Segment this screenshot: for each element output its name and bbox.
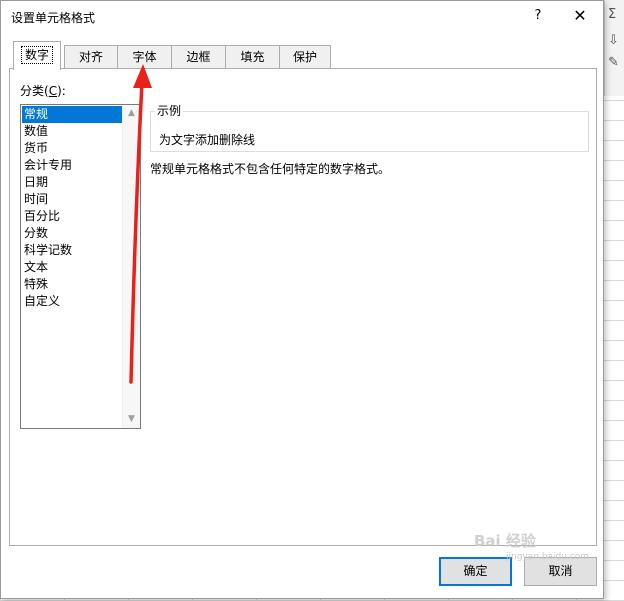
category-item-scientific[interactable]: 科学记数 <box>22 242 124 259</box>
category-item-date[interactable]: 日期 <box>22 174 124 191</box>
tab-label: 对齐 <box>78 50 103 64</box>
fill-down-icon[interactable]: ⇩ <box>608 34 622 48</box>
tab-fill[interactable]: 填充 <box>225 45 280 68</box>
category-list-scrollbar[interactable]: ▲ ▼ <box>122 105 140 428</box>
tab-font[interactable]: 字体 <box>117 45 172 68</box>
help-button[interactable]: ? <box>527 5 549 27</box>
category-label-access-key: C <box>48 84 58 98</box>
sample-groupbox: 示例 为文字添加删除线 <box>150 104 589 152</box>
category-item-time[interactable]: 时间 <box>22 191 124 208</box>
tab-label: 数字 <box>20 46 54 64</box>
tab-alignment[interactable]: 对齐 <box>64 45 118 68</box>
ok-button[interactable]: 确定 <box>439 557 512 586</box>
category-item-currency[interactable]: 货币 <box>22 140 124 157</box>
watermark-url: jingyan.baidu.com <box>506 552 590 562</box>
watermark-logo: Bai 经验 <box>474 532 536 550</box>
category-item-general[interactable]: 常规 <box>22 106 124 123</box>
dialog-titlebar: 设置单元格格式 ? ✕ <box>1 1 603 31</box>
eraser-icon[interactable]: ✎ <box>608 56 622 70</box>
tab-strip: 数字 对齐 字体 边框 填充 保护 <box>9 41 597 70</box>
sigma-icon[interactable]: Σ <box>608 8 622 22</box>
category-item-fraction[interactable]: 分数 <box>22 225 124 242</box>
chevron-down-icon[interactable]: ▼ <box>123 411 140 428</box>
category-item-percentage[interactable]: 百分比 <box>22 208 124 225</box>
category-listbox[interactable]: 常规 数值 货币 会计专用 日期 时间 百分比 分数 科学记数 文本 特殊 自定… <box>20 104 141 429</box>
category-label: 分类(C): <box>20 82 66 99</box>
format-cells-dialog: 设置单元格格式 ? ✕ 数字 对齐 字体 边框 填充 保护 分类(C): 常规 … <box>0 0 604 599</box>
tab-number[interactable]: 数字 <box>13 41 61 70</box>
dialog-client-area: 数字 对齐 字体 边框 填充 保护 分类(C): 常规 数值 货币 会计专用 日… <box>9 41 597 586</box>
category-item-text[interactable]: 文本 <box>22 259 124 276</box>
format-description: 常规单元格格式不包含任何特定的数字格式。 <box>150 162 391 176</box>
dialog-title: 设置单元格格式 <box>11 11 96 25</box>
close-button[interactable]: ✕ <box>567 5 593 27</box>
category-item-accounting[interactable]: 会计专用 <box>22 157 124 174</box>
category-label-prefix: 分类( <box>20 84 49 98</box>
category-item-special[interactable]: 特殊 <box>22 276 124 293</box>
tab-label: 填充 <box>240 50 265 64</box>
sample-legend: 示例 <box>155 104 184 118</box>
category-label-suffix: ): <box>57 84 66 98</box>
tab-label: 边框 <box>186 50 211 64</box>
sample-preview-text: 为文字添加删除线 <box>159 133 256 147</box>
number-tab-panel: 分类(C): 常规 数值 货币 会计专用 日期 时间 百分比 分数 科学记数 文… <box>9 68 597 546</box>
category-item-custom[interactable]: 自定义 <box>22 293 124 310</box>
tab-label: 字体 <box>132 50 157 64</box>
tab-label: 保护 <box>292 50 317 64</box>
tab-border[interactable]: 边框 <box>171 45 226 68</box>
chevron-up-icon[interactable]: ▲ <box>123 105 140 122</box>
category-item-number[interactable]: 数值 <box>22 123 124 140</box>
tab-protection[interactable]: 保护 <box>279 45 331 68</box>
